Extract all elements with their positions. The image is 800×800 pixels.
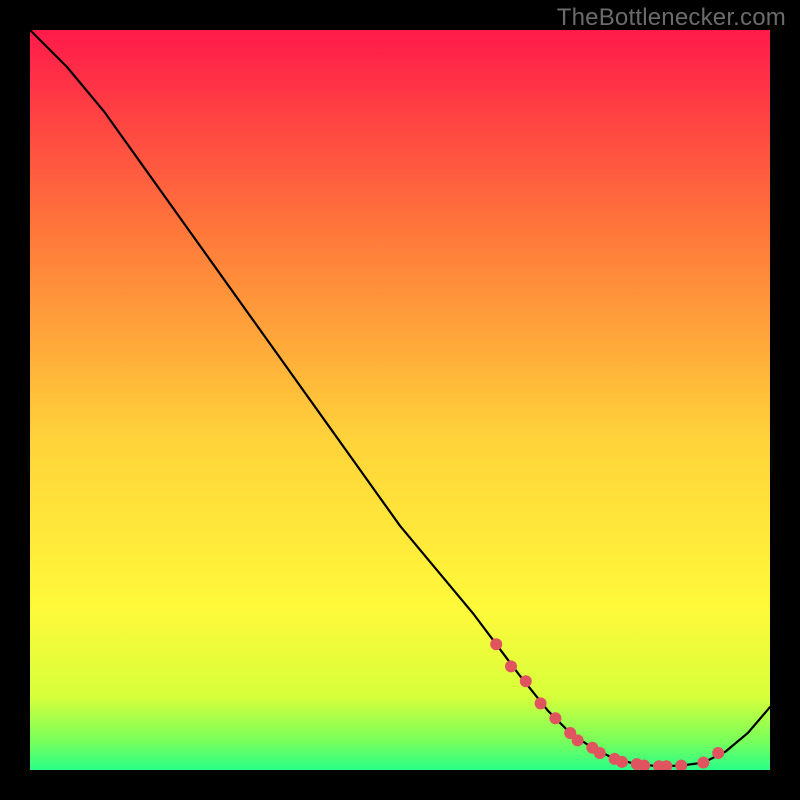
curve-marker bbox=[505, 660, 517, 672]
curve-marker bbox=[712, 747, 724, 759]
bottleneck-plot bbox=[30, 30, 770, 770]
attribution-label: TheBottlenecker.com bbox=[557, 4, 786, 32]
curve-marker bbox=[572, 734, 584, 746]
curve-marker bbox=[594, 747, 606, 759]
chart-frame: TheBottlenecker.com bbox=[0, 0, 800, 800]
curve-marker bbox=[549, 712, 561, 724]
curve-marker bbox=[535, 697, 547, 709]
curve-marker bbox=[490, 638, 502, 650]
curve-marker bbox=[616, 756, 628, 768]
gradient-background bbox=[30, 30, 770, 770]
curve-marker bbox=[520, 675, 532, 687]
curve-marker bbox=[697, 757, 709, 769]
